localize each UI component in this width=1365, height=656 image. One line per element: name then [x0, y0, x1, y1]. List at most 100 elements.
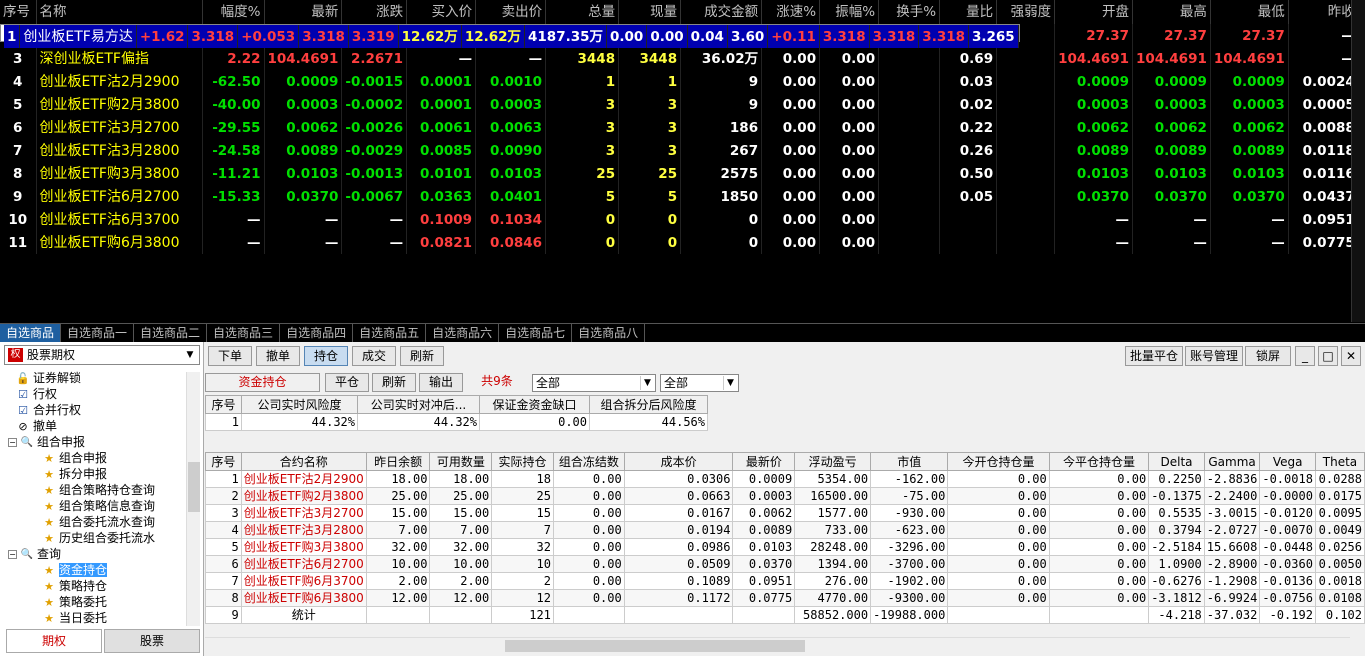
position-col-header[interactable]: Theta	[1314, 452, 1365, 471]
watchlist-tab[interactable]: 自选商品八	[572, 324, 646, 342]
tree-scrollbar[interactable]	[186, 372, 200, 626]
position-button[interactable]: 持仓	[304, 346, 348, 366]
tree-node[interactable]: − 🔍 查询	[8, 546, 61, 562]
close-position-button[interactable]: 平仓	[325, 373, 369, 392]
close-icon[interactable]: ✕	[1341, 346, 1361, 366]
quote-row[interactable]: 1 创业板ETF易方达 +1.62 3.318 +0.053 3.318 3.319 12.6…	[0, 24, 1020, 48]
quote-row[interactable]: 10 创业板ETF沽6月3700— — —0.1009 0.1034 0 0 0 0.00 0.0…	[0, 208, 1359, 231]
tree-node[interactable]: ★ 策略委托	[42, 594, 107, 610]
position-col-header[interactable]: 今平仓持仓量	[1048, 452, 1150, 471]
quote-row[interactable]: 5 创业板ETF购2月3800 -40.00 0.0003 -0.0002 0.0001 0…	[0, 93, 1359, 116]
position-col-header[interactable]: 实际持仓	[491, 452, 554, 471]
position-col-header[interactable]: Delta	[1148, 452, 1205, 471]
tab-stocks[interactable]: 股票	[104, 629, 200, 653]
tree-node[interactable]: ★ 组合申报	[42, 450, 107, 466]
risk-col-header[interactable]: 保证金资金缺口	[479, 395, 590, 414]
chevron-down-icon[interactable]: ▼	[640, 376, 654, 390]
tree-node[interactable]: ★ 历史组合委托流水	[42, 530, 155, 546]
collapse-icon[interactable]: −	[8, 550, 17, 559]
sub-refresh-button[interactable]: 刷新	[372, 373, 416, 392]
scroll-thumb[interactable]	[505, 640, 805, 652]
tree-node[interactable]: ★ 组合策略信息查询	[42, 498, 155, 514]
account-type-select[interactable]: 权 股票期权 ▼	[4, 345, 200, 365]
quote-row[interactable]: 7 创业板ETF沽3月2800 -24.58 0.0089 -0.0029 0.0085 0…	[0, 139, 1359, 162]
filter-select-1[interactable]: 全部 ▼	[532, 374, 656, 392]
quote-row[interactable]: 3 深创业板ETF偏指 2.22 104.4691 2.2671— —3448 3448 36…	[0, 47, 1359, 70]
position-col-header[interactable]: 市值	[870, 452, 949, 471]
position-row[interactable]: 3 创业板ETF沽3月2700 15.00 15.00 15 0.00 0.0167 0.00…	[205, 504, 1365, 522]
quote-col-header[interactable]: 序号	[0, 0, 37, 24]
export-button[interactable]: 输出	[419, 373, 463, 392]
quote-row[interactable]: 4 创业板ETF沽2月2900 -62.50 0.0009 -0.0015 0.0001 0…	[0, 70, 1359, 93]
position-col-header[interactable]: 最新价	[732, 452, 796, 471]
quote-col-header[interactable]: 卖出价	[475, 0, 547, 24]
filter-select-2[interactable]: 全部 ▼	[660, 374, 739, 392]
quote-col-header[interactable]: 最高	[1132, 0, 1211, 24]
horizontal-scrollbar[interactable]	[205, 637, 1350, 653]
quote-col-header[interactable]: 涨速%	[761, 0, 821, 24]
watchlist-tab[interactable]: 自选商品二	[134, 324, 208, 342]
watchlist-tab[interactable]: 自选商品六	[426, 324, 500, 342]
lock-screen-button[interactable]: 锁屏	[1245, 346, 1291, 366]
quote-col-header[interactable]: 开盘	[1054, 0, 1133, 24]
tree-node[interactable]: − 🔍 组合申报	[8, 434, 85, 450]
risk-col-header[interactable]: 公司实时风险度	[241, 395, 358, 414]
position-row[interactable]: 8 创业板ETF购6月3800 12.00 12.00 12 0.00 0.1172 0.07…	[205, 589, 1365, 607]
watchlist-tab[interactable]: 自选商品	[0, 324, 62, 342]
tree-node[interactable]: ★ 策略持仓	[42, 578, 107, 594]
position-col-header[interactable]: 组合冻结数	[552, 452, 625, 471]
tree-node[interactable]: ⊘ 撤单	[16, 418, 57, 434]
watchlist-tab[interactable]: 自选商品一	[61, 324, 135, 342]
maximize-icon[interactable]: □	[1318, 346, 1338, 366]
chevron-down-icon[interactable]: ▼	[723, 376, 737, 390]
tree-node[interactable]: ☑ 行权	[16, 386, 57, 402]
quote-col-header[interactable]: 总量	[545, 0, 620, 24]
quote-col-header[interactable]: 最低	[1210, 0, 1289, 24]
quote-row[interactable]: 6 创业板ETF沽3月2700 -29.55 0.0062 -0.0026 0.0061 0…	[0, 116, 1359, 139]
risk-col-header[interactable]: 组合拆分后风险度	[589, 395, 708, 414]
watchlist-tab[interactable]: 自选商品五	[353, 324, 427, 342]
tree-node[interactable]: 🔓 证券解锁	[16, 370, 81, 386]
quote-col-header[interactable]: 名称	[36, 0, 203, 24]
position-col-header[interactable]: 昨日余额	[365, 452, 431, 471]
position-col-header[interactable]: 今开仓持仓量	[947, 452, 1050, 471]
position-col-header[interactable]: Gamma	[1203, 452, 1261, 471]
watchlist-tab[interactable]: 自选商品四	[280, 324, 354, 342]
tree-node[interactable]: ★ 组合策略持仓查询	[42, 482, 155, 498]
quote-col-header[interactable]: 现量	[618, 0, 682, 24]
quote-scrollbar[interactable]	[1351, 0, 1365, 322]
position-col-header[interactable]: 序号	[205, 452, 242, 471]
collapse-icon[interactable]: −	[8, 438, 17, 447]
position-row[interactable]: 6 创业板ETF沽6月2700 10.00 10.00 10 0.00 0.0509 0.03…	[205, 555, 1365, 573]
quote-row[interactable]: 9 创业板ETF沽6月2700 -15.33 0.0370 -0.0067 0.0363 0…	[0, 185, 1359, 208]
quote-col-header[interactable]: 强弱度	[996, 0, 1056, 24]
position-row[interactable]: 5 创业板ETF购3月3800 32.00 32.00 32 0.00 0.0986 0.01…	[205, 538, 1365, 556]
watchlist-tab[interactable]: 自选商品三	[207, 324, 281, 342]
minimize-icon[interactable]: _	[1295, 346, 1315, 366]
risk-col-header[interactable]: 序号	[205, 395, 242, 414]
tab-options[interactable]: 期权	[6, 629, 102, 653]
risk-col-header[interactable]: 公司实时对冲后...	[357, 395, 480, 414]
deal-button[interactable]: 成交	[352, 346, 396, 366]
position-row[interactable]: 1 创业板ETF沽2月2900 18.00 18.00 18 0.00 0.0306 0.00…	[205, 470, 1365, 488]
position-col-header[interactable]: 浮动盈亏	[794, 452, 872, 471]
batch-close-button[interactable]: 批量平仓	[1125, 346, 1183, 366]
quote-col-header[interactable]: 昨收	[1288, 0, 1359, 24]
position-row[interactable]: 2 创业板ETF购2月3800 25.00 25.00 25 0.00 0.0663 0.00…	[205, 487, 1365, 505]
position-col-header[interactable]: 成本价	[623, 452, 734, 471]
position-row[interactable]: 4 创业板ETF沽3月2800 7.00 7.00 7 0.00 0.0194 0.0089 7…	[205, 521, 1365, 539]
position-row[interactable]: 9 统计 121 58852.000 -19988.000 -4.218 -37.032 -0…	[205, 606, 1365, 624]
order-button[interactable]: 下单	[208, 346, 252, 366]
quote-col-header[interactable]: 换手%	[878, 0, 941, 24]
quote-col-header[interactable]: 最新	[264, 0, 343, 24]
quote-col-header[interactable]: 量比	[939, 0, 998, 24]
position-row[interactable]: 7 创业板ETF购6月3700 2.00 2.00 2 0.00 0.1089 0.0951 2…	[205, 572, 1365, 590]
cancel-order-button[interactable]: 撤单	[256, 346, 300, 366]
quote-row[interactable]: 8 创业板ETF购3月3800 -11.21 0.0103 -0.0013 0.0101 0…	[0, 162, 1359, 185]
tree-node[interactable]: ★ 组合委托流水查询	[42, 514, 155, 530]
quote-row[interactable]: 11 创业板ETF购6月3800— — —0.0821 0.0846 0 0 0 0.00 0.0…	[0, 231, 1359, 254]
chevron-down-icon[interactable]: ▼	[183, 348, 197, 362]
tree-node[interactable]: ★ 拆分申报	[42, 466, 107, 482]
tree-node[interactable]: ☑ 合并行权	[16, 402, 81, 418]
quote-col-header[interactable]: 买入价	[406, 0, 477, 24]
